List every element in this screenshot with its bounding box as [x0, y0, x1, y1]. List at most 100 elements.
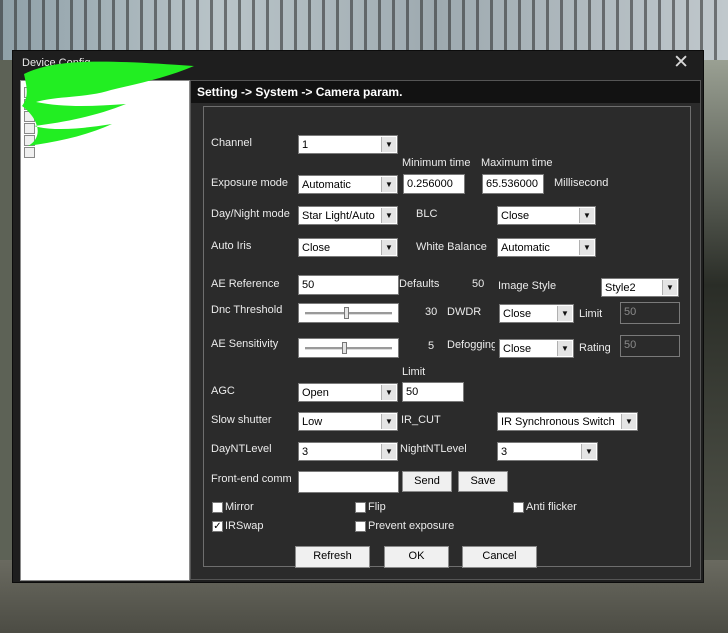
slider-thumb[interactable]: [344, 307, 349, 319]
millisecond-label: Millisecond: [554, 177, 609, 189]
chevron-down-icon: ▼: [557, 306, 572, 321]
irswap-label: IRSwap: [225, 520, 264, 532]
chevron-down-icon: ▼: [381, 414, 396, 429]
refresh-button[interactable]: Refresh: [295, 546, 370, 568]
defaults-value: 50: [472, 278, 485, 290]
image-style-label: Image Style: [498, 280, 557, 292]
slider-track: [305, 347, 392, 350]
blc-select[interactable]: Close ▼: [497, 206, 596, 225]
auto-iris-value: Close: [302, 242, 331, 254]
ir-cut-label: IR_CUT: [401, 414, 441, 426]
defogging-value: Close: [503, 343, 532, 355]
flip-checkbox[interactable]: [355, 502, 366, 513]
chevron-down-icon: ▼: [381, 385, 396, 400]
check-icon: ✓: [213, 521, 222, 532]
agc-value: Open: [302, 387, 329, 399]
slow-shutter-label: Slow shutter: [211, 414, 272, 426]
defaults-label: Defaults: [399, 278, 440, 290]
ok-button[interactable]: OK: [384, 546, 449, 568]
white-balance-label: White Balance: [416, 241, 487, 253]
device-config-window: Device Config ✕ Setting -> System -> Cam…: [12, 50, 704, 583]
rating-label: Rating: [579, 342, 611, 354]
anti-flicker-checkbox[interactable]: [513, 502, 524, 513]
channel-select[interactable]: 1 ▼: [298, 135, 398, 154]
chevron-down-icon: ▼: [381, 177, 396, 192]
image-style-select[interactable]: Style2 ▼: [601, 278, 679, 297]
mirror-checkbox[interactable]: [212, 502, 223, 513]
cancel-button[interactable]: Cancel: [462, 546, 537, 568]
dwdr-value: Close: [503, 308, 532, 320]
ae-reference-input[interactable]: 50: [298, 275, 399, 295]
content-area: Setting -> System -> Camera param. Chann…: [190, 80, 701, 580]
flip-label: Flip: [368, 501, 386, 513]
ae-sensitivity-value: 5: [428, 340, 435, 352]
close-icon[interactable]: ✕: [673, 53, 689, 73]
chevron-down-icon: ▼: [557, 341, 572, 356]
ae-sensitivity-slider[interactable]: [298, 338, 399, 358]
night-nt-level-select[interactable]: 3 ▼: [497, 442, 598, 461]
exposure-mode-select[interactable]: Automatic ▼: [298, 175, 398, 194]
auto-iris-label: Auto Iris: [211, 240, 252, 252]
chevron-down-icon: ▼: [381, 240, 396, 255]
channel-label: Channel: [211, 137, 252, 149]
breadcrumb: Setting -> System -> Camera param.: [191, 81, 700, 103]
night-nt-level-value: 3: [501, 446, 508, 458]
blc-label: BLC: [416, 208, 438, 220]
anti-flicker-label: Anti flicker: [526, 501, 577, 513]
slider-thumb[interactable]: [342, 342, 347, 354]
image-style-value: Style2: [605, 282, 636, 294]
send-button[interactable]: Send: [402, 471, 452, 492]
max-time-input[interactable]: 65.536000: [482, 174, 544, 194]
chevron-down-icon: ▼: [662, 280, 677, 295]
camera-param-panel: Channel 1 ▼ Minimum time Maximum time Ex…: [203, 106, 691, 568]
front-end-comm-label: Front-end comm: [211, 473, 292, 485]
slow-shutter-value: Low: [302, 416, 323, 428]
exposure-mode-value: Automatic: [302, 179, 351, 191]
defogging-select[interactable]: Close ▼: [499, 339, 574, 358]
day-nt-level-select[interactable]: 3 ▼: [298, 442, 398, 461]
dnc-threshold-label: Dnc Threshold: [211, 304, 283, 316]
day-nt-level-value: 3: [302, 446, 309, 458]
chevron-down-icon: ▼: [579, 208, 594, 223]
agc-limit-label: Limit: [402, 366, 426, 378]
background-right-strip: [700, 60, 728, 560]
chevron-down-icon: ▼: [581, 444, 596, 459]
slow-shutter-select[interactable]: Low ▼: [298, 412, 398, 431]
ae-reference-label: AE Reference: [211, 278, 280, 290]
prevent-exposure-checkbox[interactable]: [355, 521, 366, 532]
dnc-threshold-slider[interactable]: [298, 303, 399, 323]
chevron-down-icon: ▼: [579, 240, 594, 255]
dwdr-limit-input: 50: [620, 302, 680, 324]
front-end-comm-input[interactable]: [298, 471, 399, 493]
white-balance-value: Automatic: [501, 242, 550, 254]
day-night-mode-value: Star Light/Auto: [302, 210, 375, 222]
save-button[interactable]: Save: [458, 471, 508, 492]
min-time-input[interactable]: 0.256000: [403, 174, 465, 194]
min-time-label: Minimum time: [402, 157, 471, 169]
max-time-label: Maximum time: [481, 157, 553, 169]
mirror-label: Mirror: [225, 501, 254, 513]
white-balance-select[interactable]: Automatic ▼: [497, 238, 596, 257]
dnc-threshold-value: 30: [425, 306, 438, 318]
dwdr-select[interactable]: Close ▼: [499, 304, 574, 323]
chevron-down-icon: ▼: [381, 137, 396, 152]
day-night-mode-select[interactable]: Star Light/Auto ▼: [298, 206, 398, 225]
day-nt-level-label: DayNTLevel: [211, 443, 272, 455]
dwdr-limit-label: Limit: [579, 308, 603, 320]
redaction-scribble: [22, 61, 194, 146]
ir-cut-select[interactable]: IR Synchronous Switch ▼: [497, 412, 638, 431]
prevent-exposure-label: Prevent exposure: [368, 520, 455, 532]
device-tree-panel[interactable]: [20, 80, 190, 581]
ir-cut-value: IR Synchronous Switch: [501, 416, 615, 428]
chevron-down-icon: ▼: [381, 444, 396, 459]
irswap-checkbox[interactable]: ✓: [212, 521, 223, 532]
agc-limit-input[interactable]: 50: [402, 382, 464, 402]
ae-sensitivity-label: AE Sensitivity: [211, 338, 279, 350]
blc-value: Close: [501, 210, 530, 222]
agc-select[interactable]: Open ▼: [298, 383, 398, 402]
day-night-mode-label: Day/Night mode: [211, 208, 290, 220]
exposure-mode-label: Exposure mode: [211, 177, 289, 189]
chevron-down-icon: ▼: [381, 208, 396, 223]
rating-input: 50: [620, 335, 680, 357]
auto-iris-select[interactable]: Close ▼: [298, 238, 398, 257]
